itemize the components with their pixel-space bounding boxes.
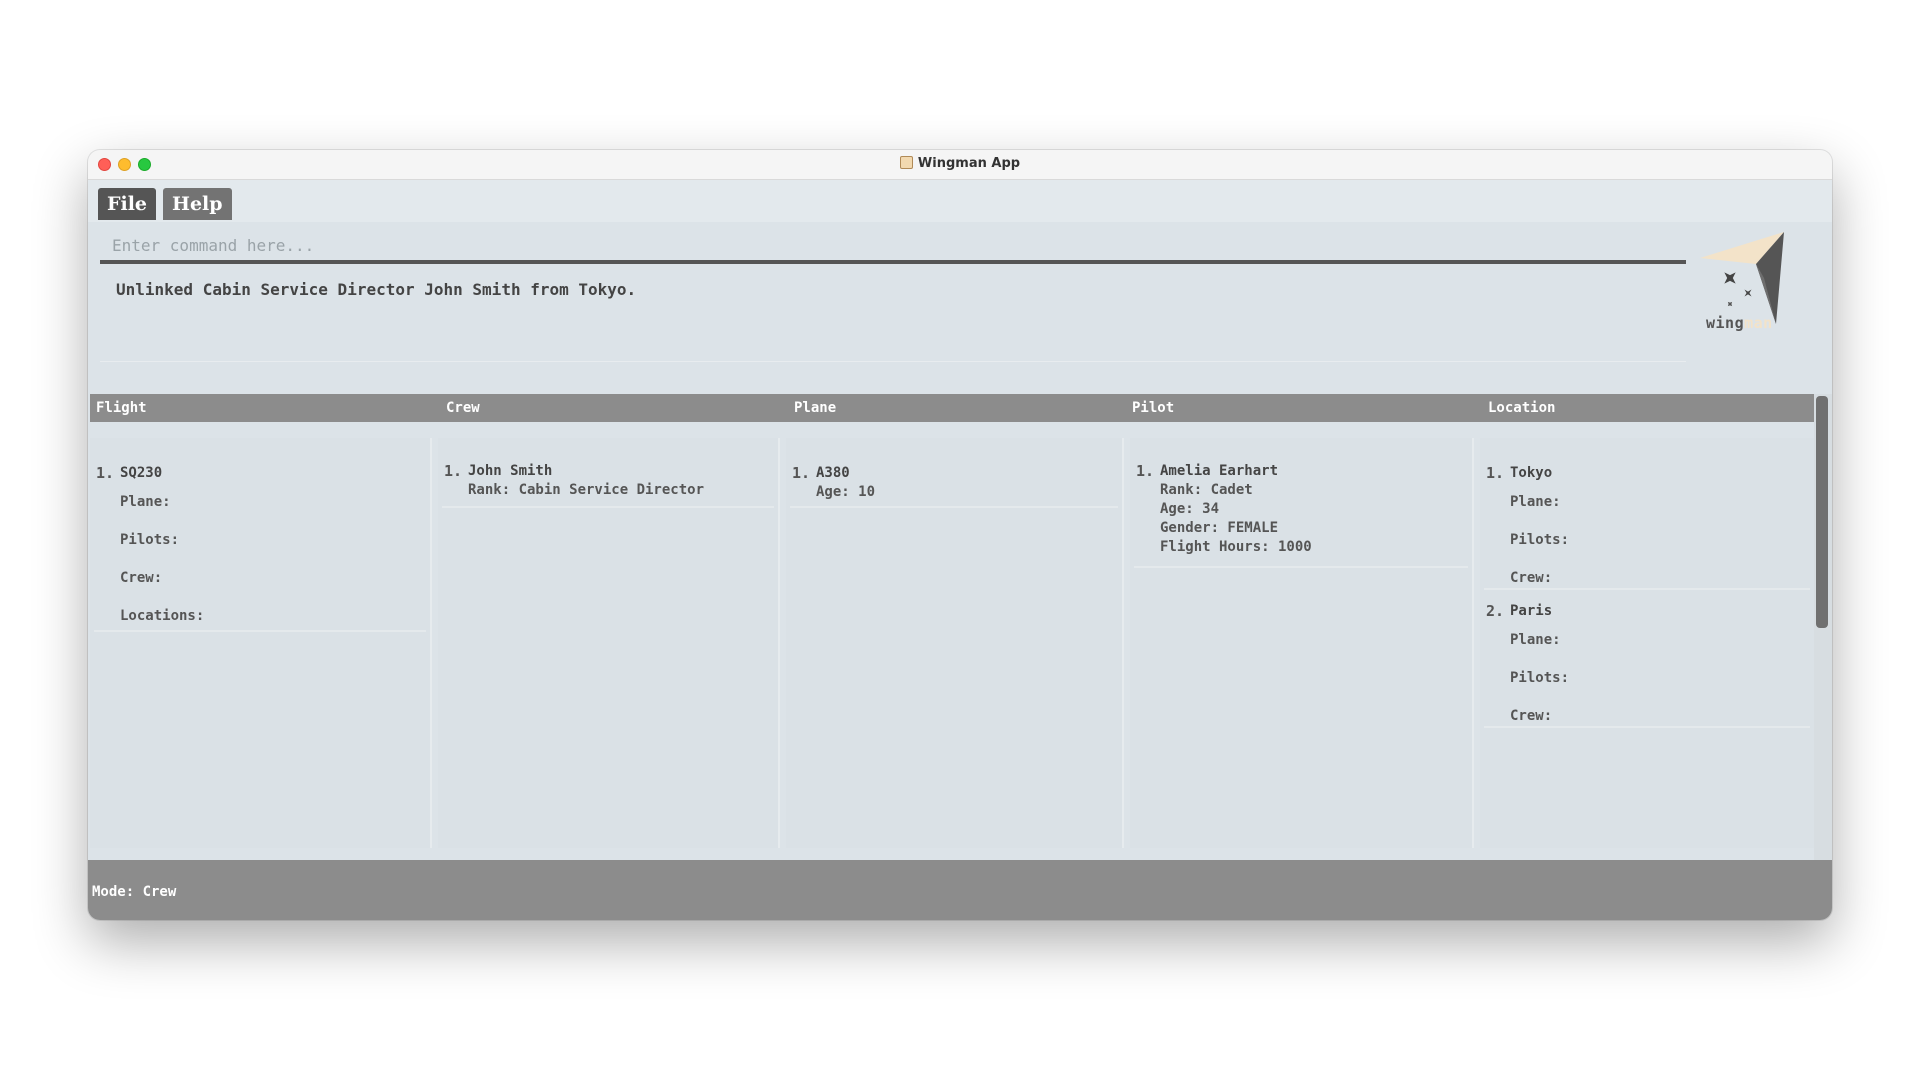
mode-status: Mode: Crew	[92, 884, 177, 900]
crew-index: 1.	[444, 462, 463, 480]
pilot-gender: Gender: FEMALE	[1160, 520, 1279, 536]
location-pilots-label: Pilots:	[1510, 670, 1570, 686]
flight-index: 1.	[96, 464, 115, 482]
title-bar[interactable]: Wingman App	[88, 150, 1832, 180]
command-area: Unlinked Cabin Service Director John Smi…	[88, 222, 1832, 382]
pilot-name: Amelia Earhart	[1160, 463, 1279, 479]
menu-help[interactable]: Help	[163, 188, 232, 220]
menu-bar: File Help	[88, 180, 1832, 222]
plane-model: A380	[816, 465, 850, 481]
flight-plane-label: Plane:	[120, 494, 171, 510]
location-index: 1.	[1486, 464, 1505, 482]
column-header-crew: Crew	[446, 400, 480, 416]
location-plane-label: Plane:	[1510, 494, 1561, 510]
app-icon	[899, 156, 913, 169]
plane-index: 1.	[792, 464, 811, 482]
flight-locations-label: Locations:	[120, 608, 205, 624]
crew-name: John Smith	[468, 463, 553, 479]
result-message: Unlinked Cabin Service Director John Smi…	[116, 280, 637, 299]
paper-plane-icon	[1700, 232, 1784, 324]
pilot-list-panel[interactable]: 1. Amelia Earhart Rank: Cadet Age: 34 Ge…	[1130, 438, 1474, 848]
plane-age: Age: 10	[816, 484, 876, 500]
plane-card[interactable]: 1. A380 Age: 10	[790, 452, 1118, 508]
logo-text-accent: man	[1744, 314, 1773, 332]
location-card[interactable]: 2. Paris Plane: Pilots: Crew:	[1484, 590, 1810, 728]
location-crew-label: Crew:	[1510, 570, 1553, 586]
flight-card[interactable]: 1. SQ230 Plane: Pilots: Crew: Locations:	[94, 452, 426, 632]
location-card[interactable]: 1. Tokyo Plane: Pilots: Crew:	[1484, 452, 1810, 590]
flight-list-panel[interactable]: 1. SQ230 Plane: Pilots: Crew: Locations:	[90, 438, 432, 848]
command-input[interactable]	[100, 230, 1686, 264]
location-index: 2.	[1486, 602, 1505, 620]
app-window: Wingman App File Help Unlinked Cabin Ser…	[88, 150, 1832, 920]
crew-card[interactable]: 1. John Smith Rank: Cabin Service Direct…	[442, 452, 774, 508]
flight-code: SQ230	[120, 465, 163, 481]
crew-list-panel[interactable]: 1. John Smith Rank: Cabin Service Direct…	[438, 438, 780, 848]
column-header-plane: Plane	[794, 400, 837, 416]
window-title: Wingman App	[917, 156, 1021, 171]
pilot-flight-hours: Flight Hours: 1000	[1160, 539, 1312, 555]
location-list-panel[interactable]: 1. Tokyo Plane: Pilots: Crew: 2. Paris P…	[1480, 438, 1814, 848]
vertical-scrollbar[interactable]	[1814, 394, 1832, 874]
flight-crew-label: Crew:	[120, 570, 163, 586]
window-title-group: Wingman App	[88, 156, 1832, 171]
menu-file[interactable]: File	[98, 188, 157, 220]
vertical-scrollbar-thumb[interactable]	[1816, 396, 1828, 628]
result-display: Unlinked Cabin Service Director John Smi…	[100, 272, 1686, 362]
pilot-rank: Rank: Cadet	[1160, 482, 1253, 498]
location-name: Tokyo	[1510, 465, 1553, 481]
logo-text-main: wing	[1706, 314, 1745, 332]
flight-pilots-label: Pilots:	[120, 532, 180, 548]
location-plane-label: Plane:	[1510, 632, 1561, 648]
status-bar: Mode: Crew	[88, 860, 1832, 920]
location-pilots-label: Pilots:	[1510, 532, 1570, 548]
location-name: Paris	[1510, 603, 1553, 619]
pilot-index: 1.	[1136, 462, 1155, 480]
wingman-logo: wingman	[1696, 228, 1796, 332]
plane-list-panel[interactable]: 1. A380 Age: 10	[786, 438, 1124, 848]
crew-rank: Rank: Cabin Service Director	[468, 482, 705, 498]
pilot-age: Age: 34	[1160, 501, 1220, 517]
location-crew-label: Crew:	[1510, 708, 1553, 724]
column-header-row: Flight Crew Plane Pilot Location	[90, 394, 1814, 422]
pilot-card[interactable]: 1. Amelia Earhart Rank: Cadet Age: 34 Ge…	[1134, 452, 1468, 568]
column-header-location: Location	[1488, 400, 1556, 416]
column-header-flight: Flight	[96, 400, 147, 416]
column-header-pilot: Pilot	[1132, 400, 1175, 416]
entity-lists: Flight Crew Plane Pilot Location 1. SQ23…	[88, 394, 1832, 876]
logo-wordmark: wingman	[1706, 314, 1773, 332]
